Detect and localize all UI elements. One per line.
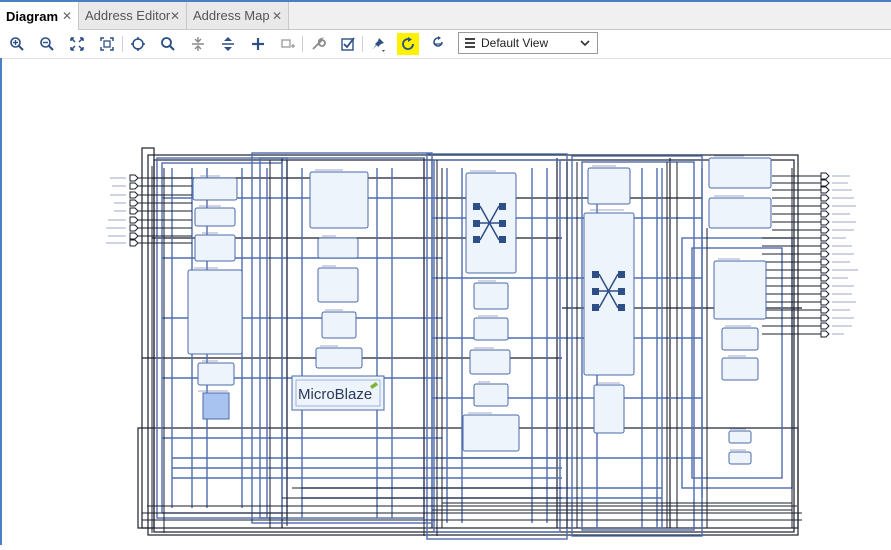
ip-block [587,167,631,205]
ip-block [593,384,625,434]
chevron-down-icon [579,36,591,53]
ip-block [728,430,752,444]
ip-block [473,383,509,407]
ip-block [462,414,520,452]
ip-block [309,171,369,229]
toolbar-separator [302,36,303,52]
zoom-fit-selection-button[interactable] [96,33,118,55]
auto-connect-icon [131,37,145,51]
add-module-icon [281,39,295,48]
tab-address-editor[interactable]: Address Editor ✕ [79,2,187,29]
ip-block [197,362,235,386]
pin-button[interactable] [367,33,389,55]
tab-label: Diagram [6,8,59,24]
search-icon [161,37,175,51]
microblaze-label: MicroBlaze [298,386,372,403]
ip-block [315,347,363,369]
fit-to-window-icon [70,37,84,51]
validate-icon [341,37,355,51]
tab-label: Address Editor [85,8,171,23]
validate-button[interactable] [337,33,359,55]
ip-block [473,317,509,341]
collapse-icon [192,37,204,51]
zoom-in-icon [10,37,24,51]
add-ip-button[interactable] [247,33,269,55]
ip-block [194,234,236,262]
refresh-icon [402,37,414,50]
ip-block [713,260,767,320]
tab-diagram[interactable]: Diagram ✕ [0,2,79,30]
ip-block [728,451,752,465]
ip-block [317,267,359,303]
zoom-out-button[interactable] [36,33,58,55]
selected-ip-block[interactable] [202,392,230,420]
tab-bar: Diagram ✕ Address Editor ✕ Address Map ✕ [0,2,891,30]
ip-block [473,282,509,310]
zoom-fit-selection-icon [100,37,114,51]
diagram-toolbar [0,30,891,59]
diagram-canvas[interactable]: MicroBlaze [2,58,891,545]
block-diagram[interactable]: MicroBlaze [2,58,891,545]
ip-block [721,357,759,381]
ip-block [194,207,236,227]
view-select[interactable]: Default View [458,32,598,54]
ip-block [187,269,243,355]
ip-block [192,177,238,201]
optimize-routing-button[interactable] [427,33,449,55]
expand-icon [222,37,234,51]
close-icon[interactable]: ✕ [170,9,180,23]
add-ip-icon [252,38,264,50]
left-ports [129,174,139,247]
ip-block [583,212,635,376]
regenerate-layout-button[interactable] [397,33,419,55]
pin-icon [372,38,385,52]
menu-lines-icon [465,36,475,50]
close-icon[interactable]: ✕ [272,9,282,23]
zoom-out-icon [40,37,54,51]
auto-connect-button[interactable] [127,33,149,55]
settings-button[interactable] [307,33,329,55]
close-icon[interactable]: ✕ [62,9,72,23]
toolbar-separator [122,36,123,52]
collapse-button[interactable] [187,33,209,55]
ip-block [708,197,772,229]
ip-block [708,157,772,189]
add-module-button[interactable] [277,33,299,55]
optimize-routing-icon [433,36,443,47]
tab-address-map[interactable]: Address Map ✕ [187,2,289,29]
wrench-icon [312,37,326,50]
ip-block [321,311,357,339]
view-select-value: Default View [481,36,549,50]
right-ports [820,172,830,338]
tab-label: Address Map [193,8,270,23]
ip-block [469,349,511,375]
search-button[interactable] [157,33,179,55]
toolbar-separator [362,36,363,52]
zoom-in-button[interactable] [6,33,28,55]
fit-to-window-button[interactable] [66,33,88,55]
ip-block [317,237,359,259]
ip-block [721,327,759,351]
expand-button[interactable] [217,33,239,55]
